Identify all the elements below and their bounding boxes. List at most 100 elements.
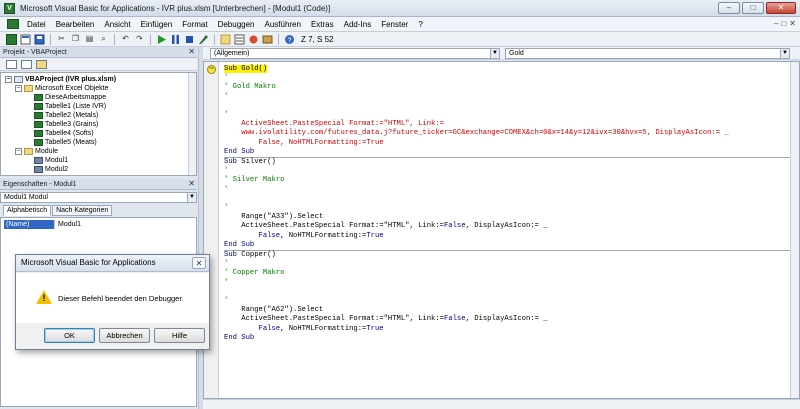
save-icon[interactable] <box>34 34 45 45</box>
tree-item-vbaproject[interactable]: − VBAProject (IVR plus.xlsm) <box>5 75 116 84</box>
dialog-close-button[interactable]: ✕ <box>192 257 206 269</box>
dialog-body: ! Dieser Befehl beendet den Debugger. <box>16 273 209 323</box>
dialog-title-bar: Microsoft Visual Basic for Applications … <box>16 255 209 272</box>
menu-ansicht[interactable]: Ansicht <box>99 20 135 29</box>
warning-mark: ! <box>42 293 46 303</box>
excel-object-icon <box>34 112 43 119</box>
tree-item-label: Tabelle3 (Grains) <box>45 121 99 128</box>
paste-icon[interactable]: ▤ <box>84 34 95 45</box>
properties-icon[interactable] <box>234 34 245 45</box>
view-object-icon[interactable] <box>21 59 32 69</box>
project-tree-scrollbar[interactable] <box>188 73 196 175</box>
tab-alphabetisch[interactable]: Alphabetisch <box>3 205 52 216</box>
tree-item-diesearbeitsmappe[interactable]: DieseArbeitsmappe <box>34 93 106 102</box>
tab-nach-kategorien[interactable]: Nach Kategorien <box>52 205 113 216</box>
mdi-controls: – □ ✕ <box>774 19 796 28</box>
tree-item-excel-objects[interactable]: − Microsoft Excel Objekte <box>15 84 109 93</box>
chevron-down-icon[interactable]: ▼ <box>187 193 196 202</box>
menu-ausfuehren[interactable]: Ausführen <box>259 20 305 29</box>
project-panel-title-text: Projekt - VBAProject <box>3 49 67 56</box>
toolbox-icon[interactable] <box>262 34 273 45</box>
properties-object-combo[interactable]: Modul1 Modul ▼ <box>0 192 197 203</box>
run-icon[interactable] <box>156 34 167 45</box>
toolbar-separator <box>114 33 115 45</box>
tree-item-tabelle5[interactable]: Tabelle5 (Meats) <box>34 138 97 147</box>
maximize-button[interactable]: □ <box>742 2 764 14</box>
collapse-icon[interactable]: − <box>5 76 12 83</box>
tree-item-label: Modul1 <box>45 157 68 164</box>
design-mode-icon[interactable] <box>198 34 209 45</box>
tree-item-modul1[interactable]: Modul1 <box>34 156 68 165</box>
menu-format[interactable]: Format <box>177 20 212 29</box>
menu-bearbeiten[interactable]: Bearbeiten <box>51 20 100 29</box>
procedure-combo-value: Gold <box>509 50 524 57</box>
excel-object-icon <box>34 94 43 101</box>
properties-panel-close-button[interactable]: ✕ <box>188 179 195 189</box>
tree-item-tabelle4[interactable]: Tabelle4 (Softs) <box>34 129 94 138</box>
copy-icon[interactable]: ❐ <box>70 34 81 45</box>
object-combo[interactable]: (Allgemein) ▼ <box>210 48 500 59</box>
code-editor[interactable]: ⇨ Sub Gold() ' ' Gold Makro ' ' ActiveSh… <box>203 61 800 399</box>
chevron-down-icon[interactable]: ▼ <box>490 49 499 58</box>
excel-view-icon[interactable] <box>7 19 19 29</box>
ok-button[interactable]: OK <box>44 328 95 343</box>
cancel-button[interactable]: Abbrechen <box>99 328 150 343</box>
menu-einfuegen[interactable]: Einfügen <box>136 20 178 29</box>
folder-icon <box>24 85 33 92</box>
tree-item-label: Tabelle5 (Meats) <box>45 139 97 146</box>
tree-item-tabelle3[interactable]: Tabelle3 (Grains) <box>34 120 98 129</box>
tree-item-tabelle2[interactable]: Tabelle2 (Metals) <box>34 111 98 120</box>
mdi-restore-button[interactable]: □ <box>781 19 786 28</box>
tree-item-label: Microsoft Excel Objekte <box>35 85 109 92</box>
project-panel-close-button[interactable]: ✕ <box>188 47 195 57</box>
insert-module-icon[interactable] <box>20 34 31 45</box>
object-browser-icon[interactable] <box>248 34 259 45</box>
view-code-icon[interactable] <box>6 59 17 69</box>
cut-icon[interactable]: ✂ <box>56 34 67 45</box>
help-icon[interactable]: ? <box>284 34 295 45</box>
code-text[interactable]: Sub Gold() ' ' Gold Makro ' ' ActiveShee… <box>224 65 794 343</box>
menu-debuggen[interactable]: Debuggen <box>213 20 260 29</box>
properties-panel-title-text: Eigenschaften - Modul1 <box>3 181 77 188</box>
menu-add-ins[interactable]: Add-Ins <box>339 20 377 29</box>
menu-extras[interactable]: Extras <box>306 20 339 29</box>
menu-bar: Datei Bearbeiten Ansicht Einfügen Format… <box>0 17 800 32</box>
close-button[interactable]: ✕ <box>766 2 796 14</box>
toggle-folders-icon[interactable] <box>36 59 47 69</box>
excel-object-icon <box>34 139 43 146</box>
undo-icon[interactable]: ↶ <box>120 34 131 45</box>
property-row[interactable]: (Name) Modul1 <box>4 220 194 229</box>
collapse-icon[interactable]: − <box>15 85 22 92</box>
procedure-combo[interactable]: Gold ▼ <box>505 48 790 59</box>
project-explorer-icon[interactable] <box>220 34 231 45</box>
menu-help[interactable]: ? <box>413 20 427 29</box>
code-vertical-scrollbar[interactable] <box>790 62 799 398</box>
minimize-button[interactable]: – <box>718 2 740 14</box>
property-value[interactable]: Modul1 <box>54 220 194 229</box>
code-window-header: (Allgemein) ▼ Gold ▼ <box>203 47 800 60</box>
mdi-minimize-button[interactable]: – <box>774 19 778 28</box>
tree-item-label: Tabelle4 (Softs) <box>45 130 94 137</box>
menu-datei[interactable]: Datei <box>22 20 51 29</box>
tree-item-modul2[interactable]: Modul2 <box>34 165 68 174</box>
property-key: (Name) <box>4 220 54 229</box>
reset-icon[interactable] <box>184 34 195 45</box>
standard-toolbar: ✂ ❐ ▤ ⌕ ↶ ↷ ? Z 7, S 52 <box>0 32 800 47</box>
break-icon[interactable] <box>170 34 181 45</box>
code-horizontal-scrollbar[interactable] <box>203 399 800 409</box>
chevron-down-icon[interactable]: ▼ <box>780 49 789 58</box>
tree-item-module-folder[interactable]: − Module <box>15 147 58 156</box>
tree-item-label: Module <box>35 148 58 155</box>
find-icon[interactable]: ⌕ <box>98 34 109 45</box>
help-button[interactable]: Hilfe <box>154 328 205 343</box>
tree-item-tabelle1[interactable]: Tabelle1 (Liste IVR) <box>34 102 106 111</box>
title-bar: V Microsoft Visual Basic for Application… <box>0 0 800 17</box>
excel-icon[interactable] <box>6 33 17 45</box>
collapse-icon[interactable]: − <box>15 148 22 155</box>
menu-fenster[interactable]: Fenster <box>376 20 413 29</box>
redo-icon[interactable]: ↷ <box>134 34 145 45</box>
tree-item-label: Tabelle1 (Liste IVR) <box>45 103 107 110</box>
object-combo-value: (Allgemein) <box>214 50 250 57</box>
execution-pointer-icon: ⇨ <box>207 65 216 74</box>
mdi-close-button[interactable]: ✕ <box>789 19 796 28</box>
